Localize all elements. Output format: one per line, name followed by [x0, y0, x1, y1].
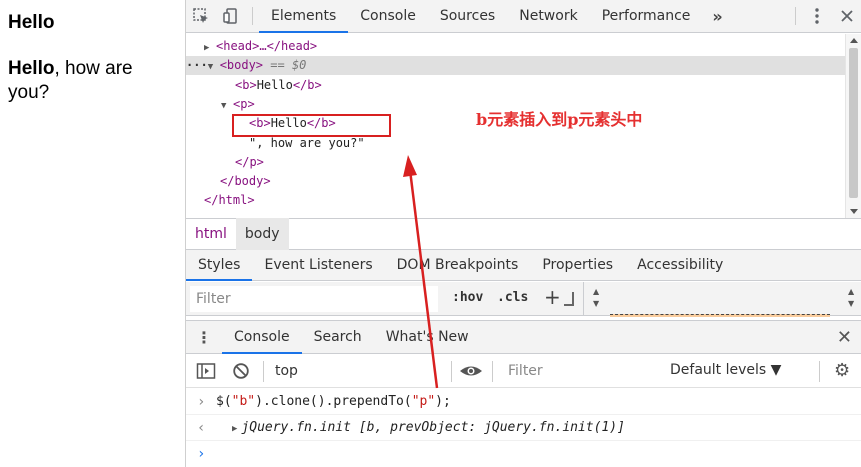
- show-sidebar-icon[interactable]: [196, 362, 216, 383]
- kebab-menu-icon[interactable]: [802, 0, 832, 32]
- tab-network[interactable]: Network: [507, 0, 589, 32]
- console-prompt-line[interactable]: ›: [186, 441, 861, 467]
- toolbar-divider: [492, 361, 493, 382]
- toolbar-divider: [819, 361, 820, 382]
- styles-filter-row: Filter :hov .cls + ▲ ▼: [186, 282, 861, 316]
- tab-dom-breakpoints[interactable]: DOM Breakpoints: [385, 250, 531, 280]
- console-result[interactable]: ▶ jQuery.fn.init [b, prevObject: jQuery.f…: [232, 415, 625, 442]
- close-devtools-icon[interactable]: [832, 0, 861, 32]
- console-toolbar: top Filter Default levels ▼ ⚙: [186, 355, 861, 388]
- hover-state-toggle[interactable]: :hov: [452, 290, 483, 305]
- toolbar-divider: [263, 361, 264, 382]
- expanded-triangle-icon[interactable]: ▼: [208, 58, 220, 77]
- drawer-tab-search[interactable]: Search: [302, 321, 374, 353]
- toolbar-divider: [451, 361, 452, 382]
- tree-node-body-selected[interactable]: ···▼ <body> == $0: [186, 56, 846, 75]
- tab-sources[interactable]: Sources: [428, 0, 507, 32]
- tree-node-p-close[interactable]: </p>: [235, 153, 264, 172]
- breadcrumb: html body: [186, 218, 861, 250]
- console-command: $("b").clone().prependTo("p");: [216, 394, 451, 409]
- new-style-rule-icon[interactable]: +: [544, 285, 561, 309]
- active-prompt-icon: ›: [197, 446, 206, 462]
- console-filter-input[interactable]: Filter: [502, 359, 660, 383]
- annotation-text: b元素插入到p元素头中: [476, 110, 643, 129]
- tab-event-listeners[interactable]: Event Listeners: [252, 250, 384, 280]
- drawer-tab-whats-new[interactable]: What's New: [374, 321, 481, 353]
- toolbar-divider: [795, 7, 796, 25]
- page-heading: Hello: [8, 12, 55, 33]
- scroll-up-icon[interactable]: [850, 38, 858, 43]
- tree-node-p[interactable]: ▼ <p>: [221, 95, 255, 114]
- tab-performance[interactable]: Performance: [590, 0, 703, 32]
- device-toolbar-icon[interactable]: [216, 0, 246, 32]
- output-prompt-icon: ‹: [197, 420, 206, 436]
- tree-node-head[interactable]: ▶ <head>…</head>: [204, 37, 317, 56]
- tree-node-body-close[interactable]: </body>: [220, 172, 271, 191]
- styles-filter-input[interactable]: Filter: [190, 286, 438, 312]
- inspect-element-icon[interactable]: [186, 0, 216, 32]
- log-levels-dropdown[interactable]: Default levels ▼: [670, 362, 781, 378]
- tree-node-b[interactable]: <b>Hello</b>: [235, 76, 322, 95]
- context-selector[interactable]: top: [275, 363, 298, 379]
- box-model-preview: [610, 314, 830, 317]
- devtools-main-tabbar: Elements Console Sources Network Perform…: [186, 0, 861, 33]
- live-expression-eye-icon[interactable]: [459, 362, 483, 383]
- highlight-annotation-box: [232, 114, 391, 137]
- input-prompt-icon: ›: [197, 394, 206, 410]
- node-actions-icon[interactable]: ···: [186, 58, 208, 72]
- tab-accessibility[interactable]: Accessibility: [625, 250, 735, 280]
- tab-styles[interactable]: Styles: [186, 250, 253, 281]
- page-paragraph: Hello, how are you?: [8, 57, 177, 105]
- tab-elements[interactable]: Elements: [259, 0, 349, 33]
- page-paragraph-bold: Hello: [8, 58, 55, 79]
- console-settings-gear-icon[interactable]: ⚙: [834, 360, 850, 381]
- tab-properties[interactable]: Properties: [530, 250, 625, 280]
- drawer-tabbar: ⋮ Console Search What's New ✕: [186, 320, 861, 354]
- console-input-line: › $("b").clone().prependTo("p");: [186, 389, 861, 415]
- breadcrumb-html[interactable]: html: [186, 218, 236, 250]
- drawer-tab-console[interactable]: Console: [222, 321, 302, 354]
- sidebar-tabbar: Styles Event Listeners DOM Breakpoints P…: [186, 250, 861, 281]
- drawer-menu-icon[interactable]: ⋮: [186, 321, 222, 353]
- scrollbar-thumb[interactable]: [849, 48, 858, 198]
- scroll-down-icon[interactable]: [850, 209, 858, 214]
- devtools-panel: Elements Console Sources Network Perform…: [185, 0, 861, 467]
- close-drawer-icon[interactable]: ✕: [837, 327, 852, 348]
- expand-triangle-icon[interactable]: ▶: [232, 424, 237, 434]
- filter-divider: [583, 282, 584, 316]
- scroll-arrows-icon[interactable]: ▲ ▼: [593, 286, 599, 310]
- tab-console[interactable]: Console: [348, 0, 428, 32]
- console-result-line: ‹ ▶ jQuery.fn.init [b, prevObject: jQuery…: [186, 415, 861, 441]
- elements-scrollbar[interactable]: [845, 34, 861, 218]
- class-toggle[interactable]: .cls: [497, 290, 528, 305]
- rendered-page: Hello Hello, how are you?: [0, 0, 185, 467]
- computed-styles-corner-icon[interactable]: [564, 292, 574, 306]
- clear-console-icon[interactable]: [232, 362, 250, 383]
- breadcrumb-body[interactable]: body: [235, 218, 289, 250]
- right-scroll-arrows-icon[interactable]: ▲ ▼: [848, 286, 854, 310]
- more-tabs-icon[interactable]: »: [702, 0, 732, 32]
- toolbar-divider: [252, 7, 253, 25]
- tree-node-html-close[interactable]: </html>: [204, 191, 255, 210]
